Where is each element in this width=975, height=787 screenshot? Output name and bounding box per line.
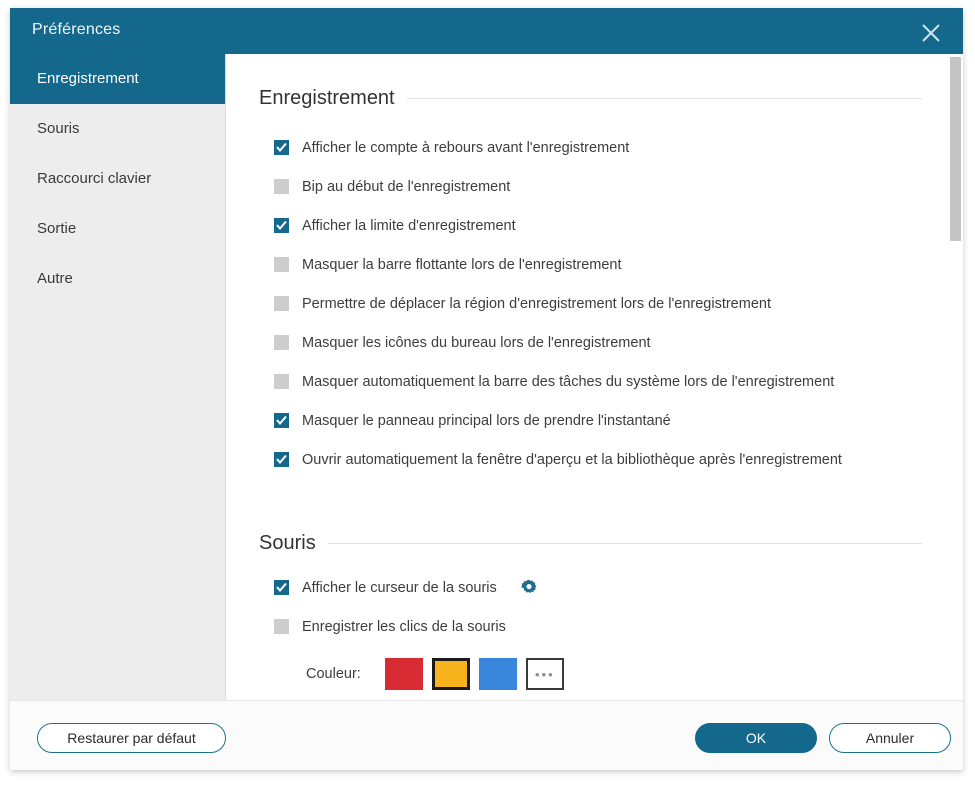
sidebar-item-label: Souris <box>37 120 80 137</box>
window-title: Préférences <box>32 21 121 38</box>
color-swatch-red[interactable] <box>384 658 423 690</box>
checkbox-masquer-icones-bureau[interactable] <box>274 335 289 350</box>
color-label: Couleur: <box>306 666 361 682</box>
option-row: Masquer le panneau principal lors de pre… <box>226 401 963 440</box>
cancel-button[interactable]: Annuler <box>829 723 951 753</box>
option-label: Afficher le curseur de la souris <box>302 579 497 596</box>
color-swatch-blue[interactable] <box>478 658 517 690</box>
option-label: Afficher le compte à rebours avant l'enr… <box>302 139 630 156</box>
sidebar-item-label: Raccourci clavier <box>37 170 152 187</box>
preferences-dialog: Préférences Enregistrement Souris Raccou… <box>10 8 963 770</box>
content-scrollbar-track[interactable] <box>948 54 963 700</box>
option-label: Enregistrer les clics de la souris <box>302 618 506 635</box>
option-row: Afficher la limite d'enregistrement <box>226 206 963 245</box>
sidebar-item-label: Enregistrement <box>37 70 139 87</box>
option-row: Masquer automatiquement la barre des tâc… <box>226 362 963 401</box>
option-label: Bip au début de l'enregistrement <box>302 178 511 195</box>
option-row: Masquer les icônes du bureau lors de l'e… <box>226 323 963 362</box>
close-glyph <box>922 24 940 42</box>
section-header-souris: Souris <box>259 532 922 555</box>
checkbox-afficher-compte-rebours[interactable] <box>274 140 289 155</box>
checkbox-deplacer-region[interactable] <box>274 296 289 311</box>
close-icon[interactable] <box>911 13 951 51</box>
recording-options-list: Afficher le compte à rebours avant l'enr… <box>226 128 963 479</box>
option-row: Afficher le curseur de la souris <box>226 568 963 607</box>
sidebar-item-enregistrement[interactable]: Enregistrement <box>10 54 225 104</box>
restore-defaults-button[interactable]: Restaurer par défaut <box>37 723 226 753</box>
sidebar-item-raccourci-clavier[interactable]: Raccourci clavier <box>10 154 225 204</box>
checkbox-masquer-barre-taches[interactable] <box>274 374 289 389</box>
checkbox-afficher-limite[interactable] <box>274 218 289 233</box>
section-header-enregistrement: Enregistrement <box>259 87 922 110</box>
option-label: Ouvrir automatiquement la fenêtre d'aper… <box>302 451 842 468</box>
gear-glyph <box>520 579 537 593</box>
sidebar-item-souris[interactable]: Souris <box>10 104 225 154</box>
sidebar: Enregistrement Souris Raccourci clavier … <box>10 54 226 700</box>
dialog-footer: Restaurer par défaut OK Annuler <box>10 700 963 770</box>
title-bar: Préférences <box>10 8 963 54</box>
option-label: Masquer automatiquement la barre des tâc… <box>302 373 835 390</box>
option-label: Masquer les icônes du bureau lors de l'e… <box>302 334 651 351</box>
checkbox-afficher-curseur[interactable] <box>274 580 289 595</box>
option-row: Ouvrir automatiquement la fenêtre d'aper… <box>226 440 963 479</box>
option-label: Permettre de déplacer la région d'enregi… <box>302 295 771 312</box>
check-glyph <box>276 415 287 426</box>
checkbox-masquer-barre-flottante[interactable] <box>274 257 289 272</box>
gear-icon[interactable] <box>519 578 539 598</box>
checkbox-ouvrir-apercu[interactable] <box>274 452 289 467</box>
checkbox-masquer-panneau-principal[interactable] <box>274 413 289 428</box>
option-row: Permettre de déplacer la région d'enregi… <box>226 284 963 323</box>
option-label: Afficher la limite d'enregistrement <box>302 217 516 234</box>
checkbox-bip-debut[interactable] <box>274 179 289 194</box>
checkbox-enregistrer-clics[interactable] <box>274 619 289 634</box>
color-swatch-more-button[interactable]: ••• <box>525 658 564 690</box>
sidebar-item-autre[interactable]: Autre <box>10 254 225 304</box>
sidebar-item-label: Autre <box>37 270 73 287</box>
check-glyph <box>276 142 287 153</box>
sidebar-item-sortie[interactable]: Sortie <box>10 204 225 254</box>
mouse-options-list: Afficher le curseur de la souris Enregis… <box>226 568 963 698</box>
section-title: Enregistrement <box>259 87 395 109</box>
option-row: Masquer la barre flottante lors de l'enr… <box>226 245 963 284</box>
color-swatch-yellow[interactable] <box>431 658 470 690</box>
option-label: Masquer la barre flottante lors de l'enr… <box>302 256 622 273</box>
check-glyph <box>276 454 287 465</box>
sidebar-item-label: Sortie <box>37 220 77 237</box>
option-row: Afficher le compte à rebours avant l'enr… <box>226 128 963 167</box>
content-scrollbar-thumb[interactable] <box>950 57 961 241</box>
check-glyph <box>276 220 287 231</box>
check-glyph <box>276 582 287 593</box>
section-rule <box>406 98 922 99</box>
section-title: Souris <box>259 532 316 554</box>
settings-content: Enregistrement Afficher le compte à rebo… <box>226 54 963 700</box>
option-row: Enregistrer les clics de la souris <box>226 607 963 646</box>
color-picker-row: Couleur: ••• <box>226 650 963 698</box>
section-rule <box>327 543 922 544</box>
option-row: Bip au début de l'enregistrement <box>226 167 963 206</box>
ok-button[interactable]: OK <box>695 723 817 753</box>
option-label: Masquer le panneau principal lors de pre… <box>302 412 671 429</box>
